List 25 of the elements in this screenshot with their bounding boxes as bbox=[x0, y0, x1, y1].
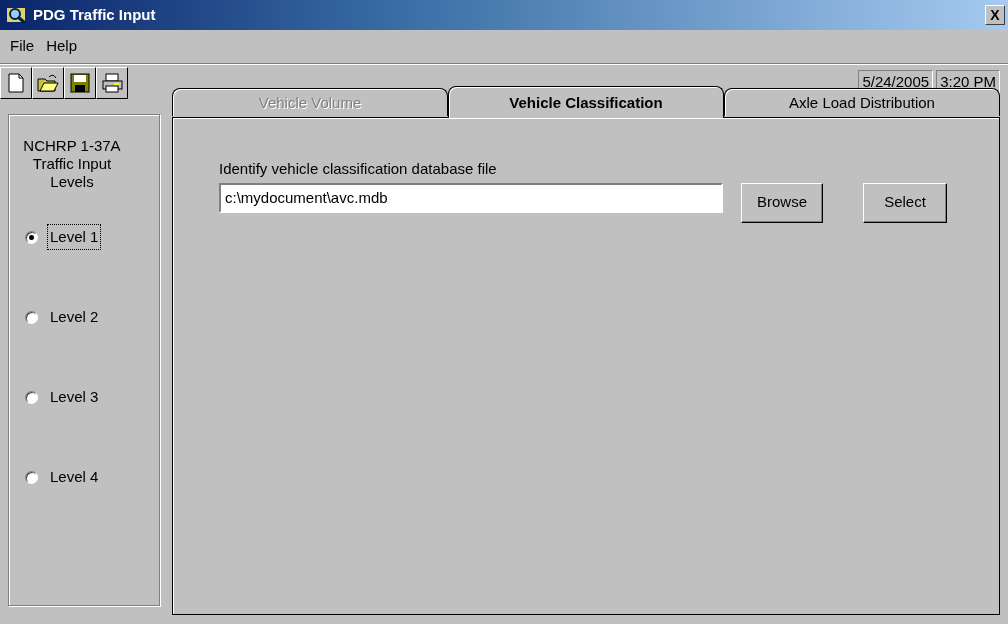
folder-icon bbox=[37, 72, 59, 94]
radio-label[interactable]: Level 3 bbox=[47, 383, 102, 411]
toolbar-button[interactable] bbox=[96, 67, 128, 99]
radio-label[interactable]: Level 1 bbox=[47, 223, 102, 251]
window-title: PDG Traffic Input bbox=[33, 4, 156, 25]
printer-icon bbox=[101, 72, 123, 94]
toolbar-button[interactable] bbox=[32, 67, 64, 99]
tab[interactable]: Vehicle Classification bbox=[448, 86, 724, 118]
button[interactable]: Browse bbox=[741, 182, 823, 223]
menu-item[interactable]: Help bbox=[40, 35, 84, 58]
radio-label[interactable]: Level 2 bbox=[47, 303, 102, 331]
close-button[interactable]: X bbox=[985, 5, 1005, 25]
button[interactable]: Select bbox=[863, 182, 947, 223]
magnifier-icon bbox=[6, 5, 28, 25]
field-label: Identify vehicle classification database file bbox=[219, 159, 498, 179]
tab[interactable]: Axle Load Distribution bbox=[724, 88, 1000, 116]
group-title: NCHRP 1-37A Traffic Input Levels bbox=[22, 137, 122, 191]
toolbar-button[interactable] bbox=[64, 67, 96, 99]
new-file-icon bbox=[5, 72, 27, 94]
toolbar-button[interactable] bbox=[0, 67, 32, 99]
radio-button[interactable] bbox=[25, 310, 38, 324]
file-path-field[interactable]: c:\mydocument\avc.mdb bbox=[219, 182, 723, 213]
menu-item[interactable]: File bbox=[4, 35, 41, 58]
radio-button[interactable] bbox=[25, 470, 38, 484]
radio-label[interactable]: Level 4 bbox=[47, 463, 102, 491]
